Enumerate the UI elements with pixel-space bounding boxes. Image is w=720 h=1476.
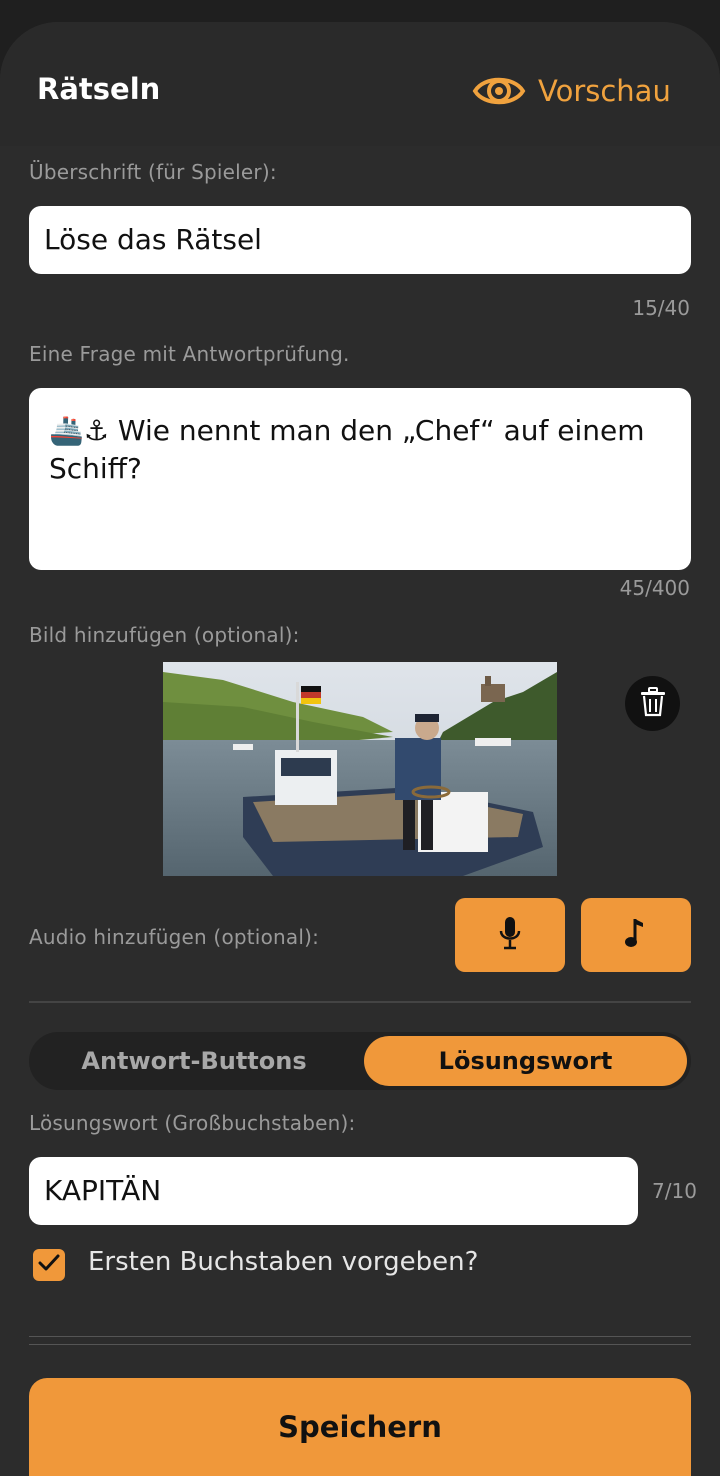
eye-icon <box>472 71 526 111</box>
page-title: Rätseln <box>37 72 161 106</box>
solution-label: Lösungswort (Großbuchstaben): <box>29 1111 356 1135</box>
question-textarea[interactable]: 🚢⚓ Wie nennt man den „Chef“ auf einem Sc… <box>29 388 691 570</box>
attached-photo <box>163 662 557 876</box>
first-letter-checkbox[interactable] <box>33 1249 65 1281</box>
answer-mode-toggle: Antwort-Buttons Lösungswort <box>29 1032 691 1090</box>
question-value: Wie nennt man den „Chef“ auf einem Schif… <box>49 414 645 485</box>
heading-input-value: Löse das Rätsel <box>44 223 262 256</box>
footer-divider-top <box>29 1336 691 1337</box>
preview-label: Vorschau <box>538 74 671 108</box>
editor-sheet: Rätseln Vorschau Überschrift (für Spiele… <box>0 22 720 1476</box>
heading-label: Überschrift (für Spieler): <box>29 160 277 184</box>
delete-image-button[interactable] <box>625 676 680 731</box>
tab-solution-word[interactable]: Lösungswort <box>364 1036 687 1086</box>
checkmark-icon <box>38 1254 60 1276</box>
preview-button[interactable]: Vorschau <box>472 66 671 116</box>
record-audio-button[interactable] <box>455 898 565 972</box>
microphone-icon <box>498 916 522 954</box>
footer-divider-bottom <box>29 1344 691 1345</box>
question-counter: 45/400 <box>619 576 690 600</box>
save-button[interactable]: Speichern <box>29 1378 691 1476</box>
ship-anchor-emoji: 🚢⚓ <box>49 414 109 447</box>
add-music-button[interactable] <box>581 898 691 972</box>
header-bar: Rätseln Vorschau <box>0 22 720 146</box>
trash-icon <box>640 686 666 721</box>
question-text: 🚢⚓ Wie nennt man den „Chef“ auf einem Sc… <box>49 412 671 488</box>
image-label: Bild hinzufügen (optional): <box>29 623 300 647</box>
solution-input[interactable]: KAPITÄN <box>29 1157 638 1225</box>
first-letter-label: Ersten Buchstaben vorgeben? <box>88 1247 479 1277</box>
section-divider <box>29 1001 691 1003</box>
heading-counter: 15/40 <box>632 296 690 320</box>
audio-label: Audio hinzufügen (optional): <box>29 925 320 949</box>
music-note-icon <box>625 917 647 953</box>
solution-counter: 7/10 <box>652 1179 697 1203</box>
tab-answer-buttons[interactable]: Antwort-Buttons <box>29 1032 359 1090</box>
heading-input[interactable]: Löse das Rätsel <box>29 206 691 274</box>
solution-input-value: KAPITÄN <box>44 1174 162 1207</box>
question-label: Eine Frage mit Antwortprüfung. <box>29 342 350 366</box>
